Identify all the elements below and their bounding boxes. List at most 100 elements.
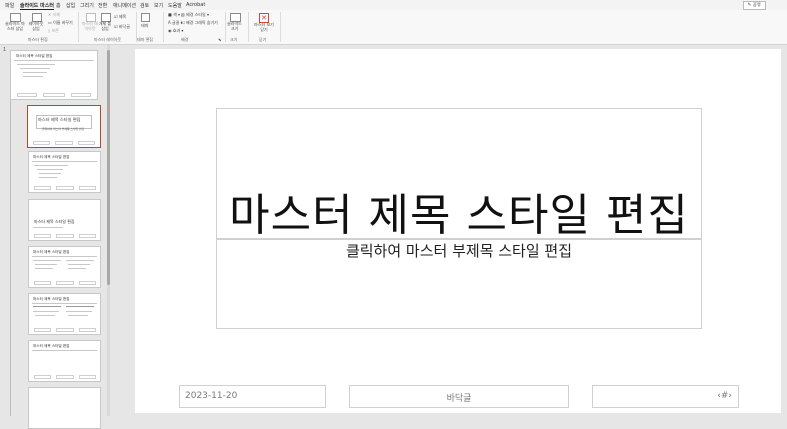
text-line [68,264,90,265]
layout-thumbnail-title: 마스터 제목 스타일 편집 [33,250,70,254]
title-placeholder[interactable]: 마스터 제목 스타일 편집 [216,108,702,241]
footer-box [71,93,91,97]
close-master-view-button[interactable]: 마스터 보기 닫기 [252,22,276,32]
text-line [34,165,68,166]
layout-thumbnail-title-content[interactable]: 마스터 제목 스타일 편집 [28,151,101,193]
footer-box [43,93,65,97]
master-thumbnail[interactable]: 마스터 제목 스타일 편집 [10,50,98,100]
themes-icon [141,13,150,22]
group-edit-theme-label: 테마 편집 [137,37,153,42]
text-line [35,268,53,269]
slide-footer: 바닥글 [446,394,472,404]
footer-box [56,186,74,190]
layout-thumbnail-title: 마스터 제목 스타일 편집 [33,155,70,159]
background-styles-button[interactable]: ▧ 배경 스타일 ▾ [181,12,209,18]
background-styles-label: 배경 스타일 [186,12,206,17]
slide-size-button[interactable]: 슬라이드 크기 [226,21,243,31]
footer-box [56,281,74,285]
title-checkbox[interactable]: ☑ 제목 [114,14,126,20]
preserve-label: 보존 [51,28,59,33]
footer-box [34,375,51,379]
layout-thumbnail-title-only[interactable]: 마스터 제목 스타일 편집 [28,340,101,382]
footer-checkbox-label: 바닥글 [118,24,130,29]
text-line [23,72,47,73]
text-line [66,306,94,307]
group-close-label: 닫기 [259,37,267,42]
divider [32,303,97,304]
tab-transitions[interactable]: 전환 [98,2,107,9]
dialog-launcher-icon[interactable]: ⬊ [218,37,221,42]
effects-button[interactable]: ◉ 효과 ▾ [168,28,183,34]
text-line [66,311,92,312]
hide-background-graphics-checkbox[interactable]: ☐ 배경 그래픽 숨기기 [181,20,218,26]
preserve-button[interactable]: ▯ 보존 [48,28,59,34]
layout-thumbnail-title: 마스터 제목 스타일 편집 [33,344,70,348]
layout-thumbnail-two-content[interactable]: 마스터 제목 스타일 편집 [28,246,101,288]
text-line [68,268,86,269]
group-master-layout-label: 마스터 레이아웃 [94,37,122,42]
divider [163,12,164,42]
layout-connector-line [10,100,11,416]
menu-bar: 파일 슬라이드 마스터 홈 삽입 그리기 전환 애니메이션 검토 보기 도움말 … [0,0,787,10]
footer-box [79,234,96,238]
slide-number: 1 [3,47,7,53]
text-line [33,311,59,312]
tab-review[interactable]: 검토 [140,2,149,9]
tab-insert[interactable]: 삽입 [66,2,75,9]
slide-date: 2023-11-20 [185,391,238,401]
slide-subtitle: 클릭하여 마스터 부제목 스타일 편집 [345,242,573,260]
group-edit-master-label: 마스터 편집 [28,37,48,42]
slide-title: 마스터 제목 스타일 편집 [229,190,689,241]
slide-canvas[interactable]: 마스터 제목 스타일 편집 클릭하여 마스터 부제목 스타일 편집 2023-1… [135,49,781,413]
divider [32,256,97,257]
divider [248,12,249,42]
text-line [35,264,57,265]
text-line [20,68,50,69]
slide-number-placeholder[interactable]: ‹#› [592,385,739,408]
colors-button[interactable]: ■ 색 ▾ [168,12,180,18]
divider [32,350,97,351]
tab-view[interactable]: 보기 [154,2,163,9]
layout-thumbnail-section-header[interactable]: 마스터 제목 스타일 편집 [28,199,101,241]
tab-file[interactable]: 파일 [5,2,14,9]
footer-placeholder[interactable]: 바닥글 [349,385,569,408]
subtitle-placeholder[interactable]: 클릭하여 마스터 부제목 스타일 편집 [216,239,702,329]
layout-thumbnail-title-slide[interactable]: 마스터 제목 스타일 편집 클릭하여 마스터 부제목 스타일 편집 [27,105,101,148]
insert-master-button[interactable]: 슬라이드 마스터 삽입 [5,21,25,31]
rename-button[interactable]: ▭ 이름 바꾸기 [48,20,73,26]
layout-thumbnail-title: 마스터 제목 스타일 편집 [33,297,70,301]
tab-draw[interactable]: 그리기 [80,2,94,9]
delete-button[interactable]: ✕ 삭제 [48,12,60,18]
text-line [33,260,61,261]
divider [32,161,97,162]
text-line [33,227,63,228]
tab-slide-master[interactable]: 슬라이드 마스터 [20,2,54,10]
layout-thumbnail-comparison[interactable]: 마스터 제목 스타일 편집 [28,293,101,335]
tab-acrobat[interactable]: Acrobat [186,2,205,8]
text-line [33,306,61,307]
text-line [17,64,55,65]
divider [78,12,79,42]
tab-home[interactable]: 홈 [56,2,61,9]
fonts-label: 글꼴 [172,20,180,25]
insert-placeholder-button[interactable]: 개체 틀 삽입 [98,21,112,31]
footer-box [17,93,37,97]
text-line [23,76,43,77]
footer-box [78,141,95,145]
tab-animations[interactable]: 애니메이션 [113,2,136,9]
footer-checkbox[interactable]: ☑ 바닥글 [114,24,130,30]
footer-box [34,186,51,190]
insert-layout-button[interactable]: 레이아웃 삽입 [27,21,45,31]
share-button[interactable]: ✎ 공유 [742,1,766,10]
date-placeholder[interactable]: 2023-11-20 [179,385,326,408]
layout-thumbnail-title: 마스터 제목 스타일 편집 [38,117,81,122]
text-line [66,260,94,261]
footer-box [56,375,74,379]
master-layout-button[interactable]: 마스터 레이아웃 [81,21,99,31]
tab-help[interactable]: 도움말 [168,2,182,9]
themes-button[interactable]: 테마 [141,23,148,29]
rename-label: 이름 바꾸기 [53,20,73,25]
layout-thumbnail-blank[interactable] [28,387,101,429]
effects-label: 효과 [172,28,181,33]
footer-box [56,234,74,238]
